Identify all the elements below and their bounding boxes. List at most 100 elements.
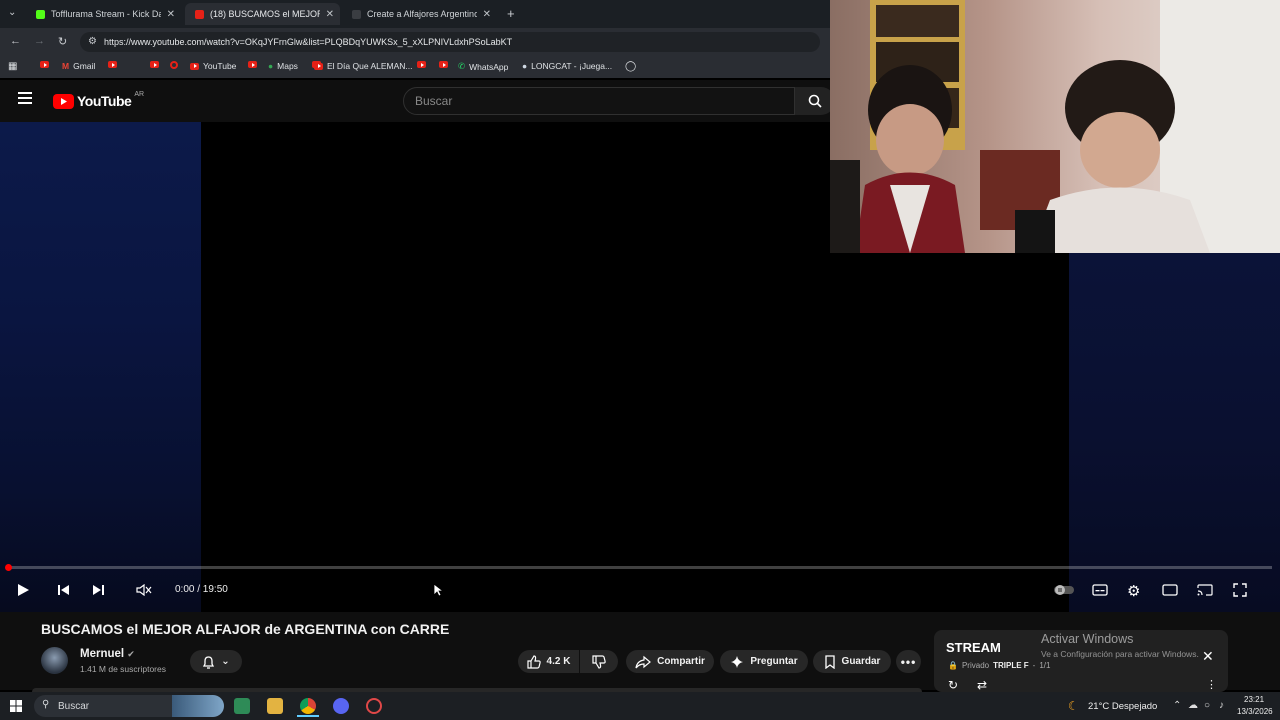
sparkle-icon [731,655,744,668]
app-icon-green[interactable] [234,698,250,714]
close-playlist-icon[interactable]: ✕ [1202,648,1214,665]
save-button[interactable]: Guardar [813,650,891,673]
next-button[interactable] [92,584,105,596]
subtitles-button[interactable] [1092,584,1108,596]
theater-mode-button[interactable] [1162,584,1178,596]
gear-icon: ⚙ [1127,583,1141,600]
play-icon [18,584,29,596]
weather-text[interactable]: 21°C Despejado [1088,701,1157,712]
mouse-cursor-icon [433,583,443,597]
clock-time[interactable]: 23:21 [1244,695,1264,704]
taskbar-search-placeholder: Buscar [58,700,90,712]
bookmark-whatsapp[interactable]: ✆ WhatsApp [458,61,508,72]
autoplay-toggle[interactable] [1053,584,1075,596]
search-button[interactable] [795,87,835,115]
app-icon-red[interactable] [366,698,382,714]
file-explorer-icon[interactable] [267,698,283,714]
windows-start-icon[interactable] [10,700,22,712]
video-frame-right[interactable] [1069,253,1280,612]
discord-icon[interactable] [333,698,349,714]
volume-icon[interactable]: ♪ [1219,700,1224,711]
more-horizontal-icon: ••• [900,654,917,669]
share-button[interactable]: Compartir [626,650,714,673]
bookmark-label: Gmail [73,61,96,71]
previous-icon [58,585,69,595]
play-button[interactable] [17,583,30,597]
taskbar-search-input[interactable]: ⚲ Buscar [34,695,224,717]
tab-create-alfajores[interactable]: Create a Alfajores Argentinos T ✕ [342,3,497,25]
subscribe-bell-button[interactable]: ⌄ [190,650,242,673]
forward-arrow-icon[interactable]: → [34,35,45,47]
tray-chevron-icon[interactable]: ⌃ [1173,700,1181,711]
bookmark-youtube[interactable] [170,61,178,69]
activation-subtitle: Ve a Configuración para activar Windows. [1041,649,1199,659]
playlist-position: 1/1 [1039,661,1051,670]
bookmark-el-dia[interactable]: El Día Que ALEMAN... [314,61,413,71]
address-bar[interactable]: ⚙ https://www.youtube.com/watch?v=OKqJYF… [80,32,820,52]
red-circle-icon [170,61,178,69]
playlist-title[interactable]: STREAM [946,640,1001,655]
bookmark-longcat[interactable]: ● LONGCAT - ¡Juega... [522,61,612,71]
wifi-icon[interactable]: ○ [1204,700,1210,711]
bookmark-youtube-named[interactable]: YouTube [190,61,236,71]
search-placeholder: Buscar [415,94,453,108]
back-arrow-icon[interactable]: ← [10,35,21,47]
chrome-icon[interactable] [300,698,316,714]
youtube-logo[interactable]: YouTube AR [53,91,144,109]
tab-youtube-video[interactable]: (18) BUSCAMOS el MEJOR ALFA ✕ [185,3,340,25]
bookmark-youtube-icon[interactable] [108,61,117,68]
close-tab-icon[interactable]: ✕ [326,9,334,20]
chevron-down-icon: ⌄ [221,656,230,667]
bookmark-label: WhatsApp [469,61,509,72]
bookmark-youtube-icon[interactable] [439,61,448,68]
video-frame-left[interactable] [0,122,201,612]
search-icon [808,94,822,108]
playlist-owner: TRIPLE F [993,661,1029,670]
reload-icon[interactable]: ↻ [58,35,67,48]
apps-grid-icon[interactable]: ▦ [8,61,17,72]
close-tab-icon[interactable]: ✕ [483,9,491,20]
time-display: 0:00 / 19:50 [175,584,228,595]
loop-icon[interactable]: ↻ [948,678,958,692]
bookmark-gmail[interactable]: M Gmail [62,61,95,71]
settings-button[interactable]: ⚙ [1127,582,1140,600]
close-tab-icon[interactable]: ✕ [167,9,175,20]
more-actions-button[interactable]: ••• [896,650,921,673]
bookmark-globe-icon[interactable]: ◯ [625,61,636,72]
browser-tab-bar: ⌄ Tofflurama Stream - Kick Dashb ✕ (18) … [0,0,830,28]
new-tab-plus-icon[interactable]: + [507,6,515,21]
next-icon [93,585,104,595]
privacy-label: Privado [961,661,990,670]
longcat-icon: ● [522,61,528,71]
bookmark-youtube-icon[interactable] [248,61,257,68]
shuffle-icon[interactable]: ⇄ [977,678,987,692]
cast-button[interactable] [1197,584,1213,596]
tab-kick-dashboard[interactable]: Tofflurama Stream - Kick Dashb ✕ [26,3,181,25]
bookmark-maps[interactable]: ● Maps [268,61,298,71]
hamburger-menu-icon[interactable] [18,92,32,104]
ask-button[interactable]: Preguntar [720,650,808,673]
tab-list-chevron-icon[interactable]: ⌄ [8,7,16,18]
dislike-button[interactable] [580,650,618,673]
bookmark-youtube-icon[interactable] [417,61,426,68]
previous-button[interactable] [57,584,70,596]
channel-name[interactable]: Mernuel ✔ [80,648,135,660]
playlist-more-icon[interactable]: ⋮ [1206,678,1217,691]
bookmark-youtube-icon[interactable] [150,61,159,68]
bookmark-icon [824,654,835,669]
site-settings-icon[interactable]: ⚙ [88,36,97,47]
channel-avatar[interactable] [41,647,68,674]
doc-favicon-icon [352,9,361,19]
gmail-icon: M [62,61,70,71]
clock-date[interactable]: 13/3/2026 [1237,707,1273,716]
bookmark-youtube-icon[interactable] [40,61,49,68]
network-icon[interactable]: ☁ [1188,700,1198,711]
verified-badge-icon: ✔ [127,649,135,659]
bookmark-label: YouTube [203,61,237,71]
progress-bar[interactable] [8,566,1272,569]
progress-scrubber[interactable] [5,564,12,571]
fullscreen-button[interactable] [1233,583,1247,597]
like-button[interactable]: 4.2 K [518,650,579,673]
search-input[interactable]: Buscar [403,87,795,115]
mute-button[interactable] [136,584,152,596]
